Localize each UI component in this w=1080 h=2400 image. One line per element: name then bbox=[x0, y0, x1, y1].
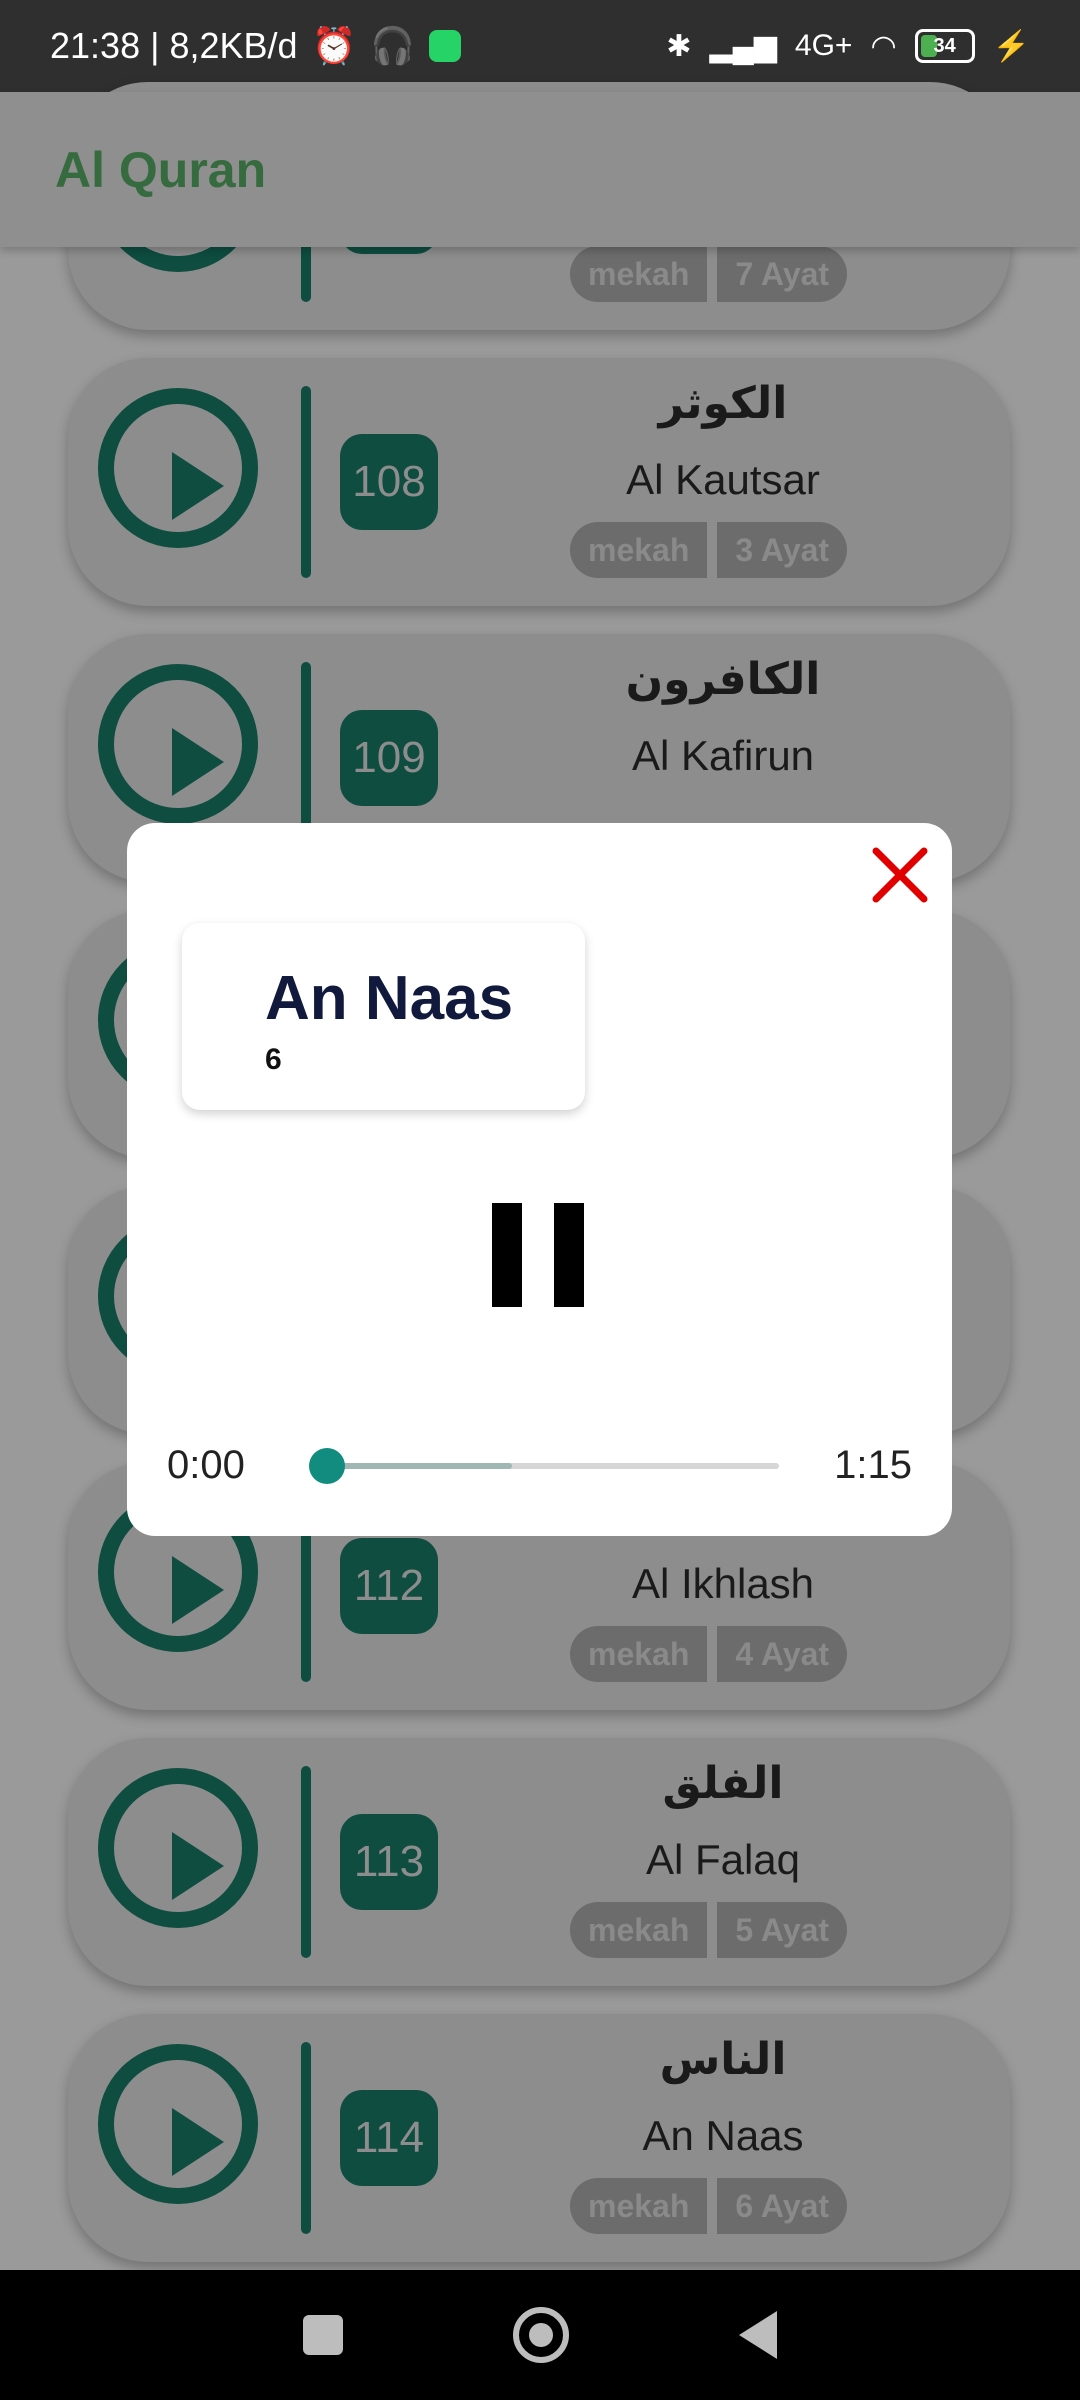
current-time: 0:00 bbox=[167, 1443, 245, 1487]
surah-card[interactable]: 113 الفلق Al Falaq mekah 5 Ayat bbox=[68, 1738, 1010, 1986]
pause-icon bbox=[492, 1203, 522, 1307]
surah-number: 114 bbox=[340, 2090, 438, 2186]
now-playing-title: An Naas bbox=[265, 964, 514, 1033]
play-icon bbox=[172, 2108, 224, 2176]
back-button[interactable] bbox=[739, 2311, 777, 2359]
now-playing-ayat-count: 6 bbox=[265, 1043, 282, 1076]
total-time: 1:15 bbox=[834, 1443, 912, 1487]
surah-card[interactable]: 108 الكوثر Al Kautsar mekah 3 Ayat bbox=[68, 358, 1010, 606]
surah-arabic-name: الفلق bbox=[662, 1758, 784, 1809]
surah-number: 108 bbox=[340, 434, 438, 530]
surah-arabic-name: الكافرون bbox=[625, 654, 821, 705]
play-button[interactable] bbox=[98, 664, 258, 824]
origin-badge: mekah bbox=[570, 1626, 708, 1682]
close-icon[interactable] bbox=[868, 843, 932, 907]
ayat-badge: 5 Ayat bbox=[717, 1902, 848, 1958]
origin-badge: mekah bbox=[570, 246, 708, 302]
now-playing-card: An Naas 6 bbox=[182, 923, 585, 1110]
audio-player-dialog: An Naas 6 0:00 1:15 bbox=[127, 823, 952, 1536]
ayat-badge: 7 Ayat bbox=[717, 246, 848, 302]
home-button[interactable] bbox=[513, 2307, 569, 2363]
surah-arabic-name: الناس bbox=[659, 2034, 787, 2085]
seek-buffer bbox=[327, 1463, 513, 1469]
surah-number: 109 bbox=[340, 710, 438, 806]
divider bbox=[301, 1766, 311, 1958]
ayat-badge: 6 Ayat bbox=[717, 2178, 848, 2234]
pause-button[interactable] bbox=[492, 1203, 584, 1307]
play-button[interactable] bbox=[98, 1768, 258, 1928]
app-bar: Al Quran bbox=[0, 92, 1080, 247]
ayat-badge: 3 Ayat bbox=[717, 522, 848, 578]
system-nav-bar bbox=[0, 2270, 1080, 2400]
surah-arabic-name: الكوثر bbox=[658, 378, 788, 429]
play-button[interactable] bbox=[98, 388, 258, 548]
seek-thumb[interactable] bbox=[309, 1448, 345, 1484]
divider bbox=[301, 2042, 311, 2234]
ayat-badge: 4 Ayat bbox=[717, 1626, 848, 1682]
surah-card[interactable]: 114 الناس An Naas mekah 6 Ayat bbox=[68, 2014, 1010, 2262]
origin-badge: mekah bbox=[570, 2178, 708, 2234]
divider bbox=[301, 386, 311, 578]
play-button[interactable] bbox=[98, 2044, 258, 2204]
origin-badge: mekah bbox=[570, 1902, 708, 1958]
seek-bar[interactable] bbox=[309, 1448, 779, 1484]
play-icon bbox=[172, 1556, 224, 1624]
play-icon bbox=[172, 728, 224, 796]
surah-number: 113 bbox=[340, 1814, 438, 1910]
recents-button[interactable] bbox=[303, 2315, 343, 2355]
surah-latin-name: Al Kafirun bbox=[631, 732, 815, 779]
surah-latin-name: Al Kautsar bbox=[626, 456, 820, 503]
origin-badge: mekah bbox=[570, 522, 708, 578]
play-icon bbox=[172, 452, 224, 520]
app-title: Al Quran bbox=[55, 141, 267, 198]
play-icon bbox=[172, 1832, 224, 1900]
surah-latin-name: Al Falaq bbox=[645, 1836, 801, 1883]
surah-number: 112 bbox=[340, 1538, 438, 1634]
surah-latin-name: An Naas bbox=[642, 2112, 804, 2159]
surah-latin-name: Al Ikhlash bbox=[631, 1560, 815, 1607]
